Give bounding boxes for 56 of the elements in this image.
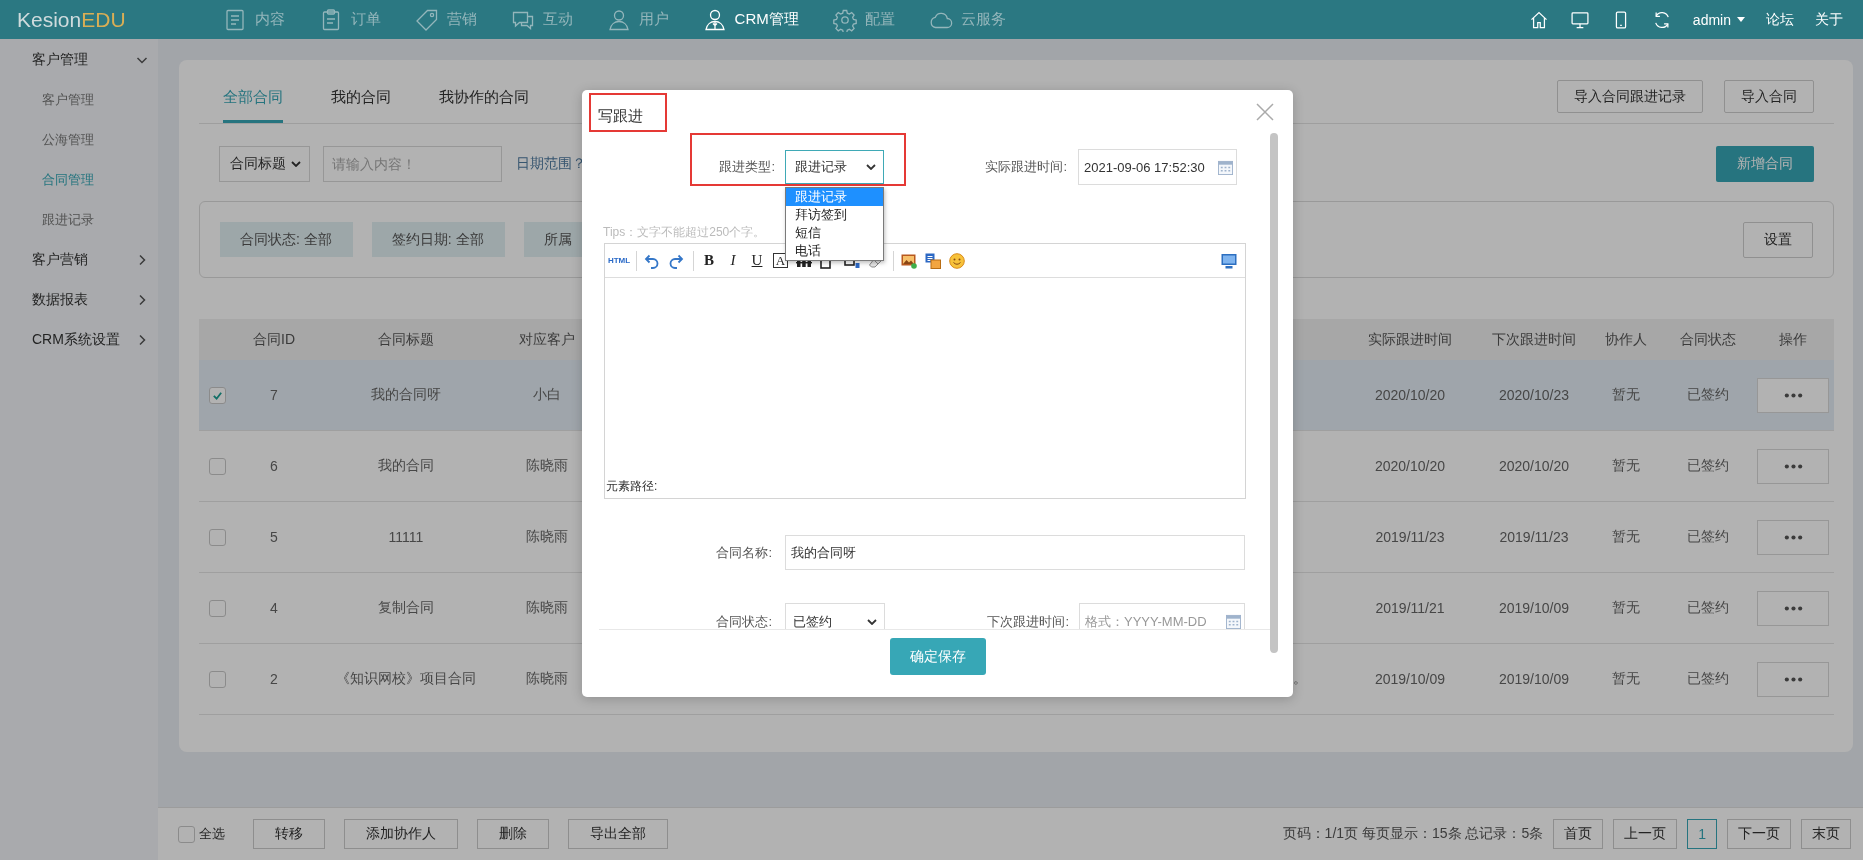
tips-text: Tips：文字不能超过250个字。 [603,224,766,240]
date-range-label: 日期范围？ [516,155,586,173]
contract-id: 7 [270,387,278,403]
note-text: 。 [1293,670,1307,688]
contract-title: 我的合同 [378,457,434,475]
customer-name: 陈晓雨 [526,599,568,617]
next-follow-up-date: 2019/11/23 [1499,529,1569,545]
field-label: 合同名称: [715,543,772,562]
customer-name: 陈晓雨 [526,670,568,688]
logo: KesionEDU [17,7,126,32]
follow-up-date: 2019/11/21 [1375,600,1445,616]
contract-id: 6 [270,458,278,474]
collaborator-name: 暂无 [1612,386,1640,404]
contract-title: 11111 [388,529,424,545]
field-label: 跟进类型: [718,158,775,176]
follow-up-date: 2019/11/23 [1375,529,1445,545]
page-info: 页码：1/1页 每页显示：15条 总记录：5条 [1282,825,1544,843]
collaborator-name: 暂无 [1612,457,1640,475]
column-header: 实际跟进时间 [1368,330,1452,349]
contract-id: 5 [270,529,278,545]
follow-up-date: 2019/10/09 [1374,671,1446,687]
contract-status: 已签约 [1687,528,1729,546]
customer-name: 小白 [533,386,561,404]
column-header: 合同标题 [378,330,434,349]
contract-title: 我的合同呀 [371,386,441,404]
element-path-label: 元素路径: [606,478,658,495]
contract-id: 2 [270,671,278,687]
contract-title: 《知识网校》项目合同 [336,670,476,688]
contract-title: 复制合同 [378,599,434,617]
field-label: 合同状态: [715,612,772,629]
next-follow-up-date: 2020/10/20 [1498,458,1570,474]
customer-name: 陈晓雨 [526,528,568,546]
contract-id: 4 [270,600,278,616]
field-label: 下次跟进时间: [986,612,1069,629]
collaborator-name: 暂无 [1612,528,1640,546]
column-header: 合同ID [253,330,295,349]
next-follow-up-date: 2019/10/09 [1498,671,1570,687]
field-label: 实际跟进时间: [984,158,1067,176]
column-header: 合同状态 [1680,330,1736,349]
next-follow-up-date: 2020/10/23 [1498,387,1570,403]
column-header: 对应客户 [519,330,575,349]
follow-up-date: 2020/10/20 [1374,458,1446,474]
column-header: 操作 [1779,330,1807,349]
next-follow-up-date: 2019/10/09 [1498,600,1570,616]
contract-status: 已签约 [1687,599,1729,617]
collaborator-name: 暂无 [1612,599,1640,617]
customer-name: 陈晓雨 [526,457,568,475]
contract-status: 已签约 [1687,386,1729,404]
column-header: 协作人 [1605,330,1647,349]
contract-status: 已签约 [1687,670,1729,688]
dialog-title: 写跟进 [598,106,643,126]
column-header: 下次跟进时间 [1492,330,1576,349]
contract-status: 已签约 [1687,457,1729,475]
collaborator-name: 暂无 [1612,670,1640,688]
follow-up-date: 2020/10/20 [1374,387,1446,403]
select-all-label: 全选 [199,825,225,843]
